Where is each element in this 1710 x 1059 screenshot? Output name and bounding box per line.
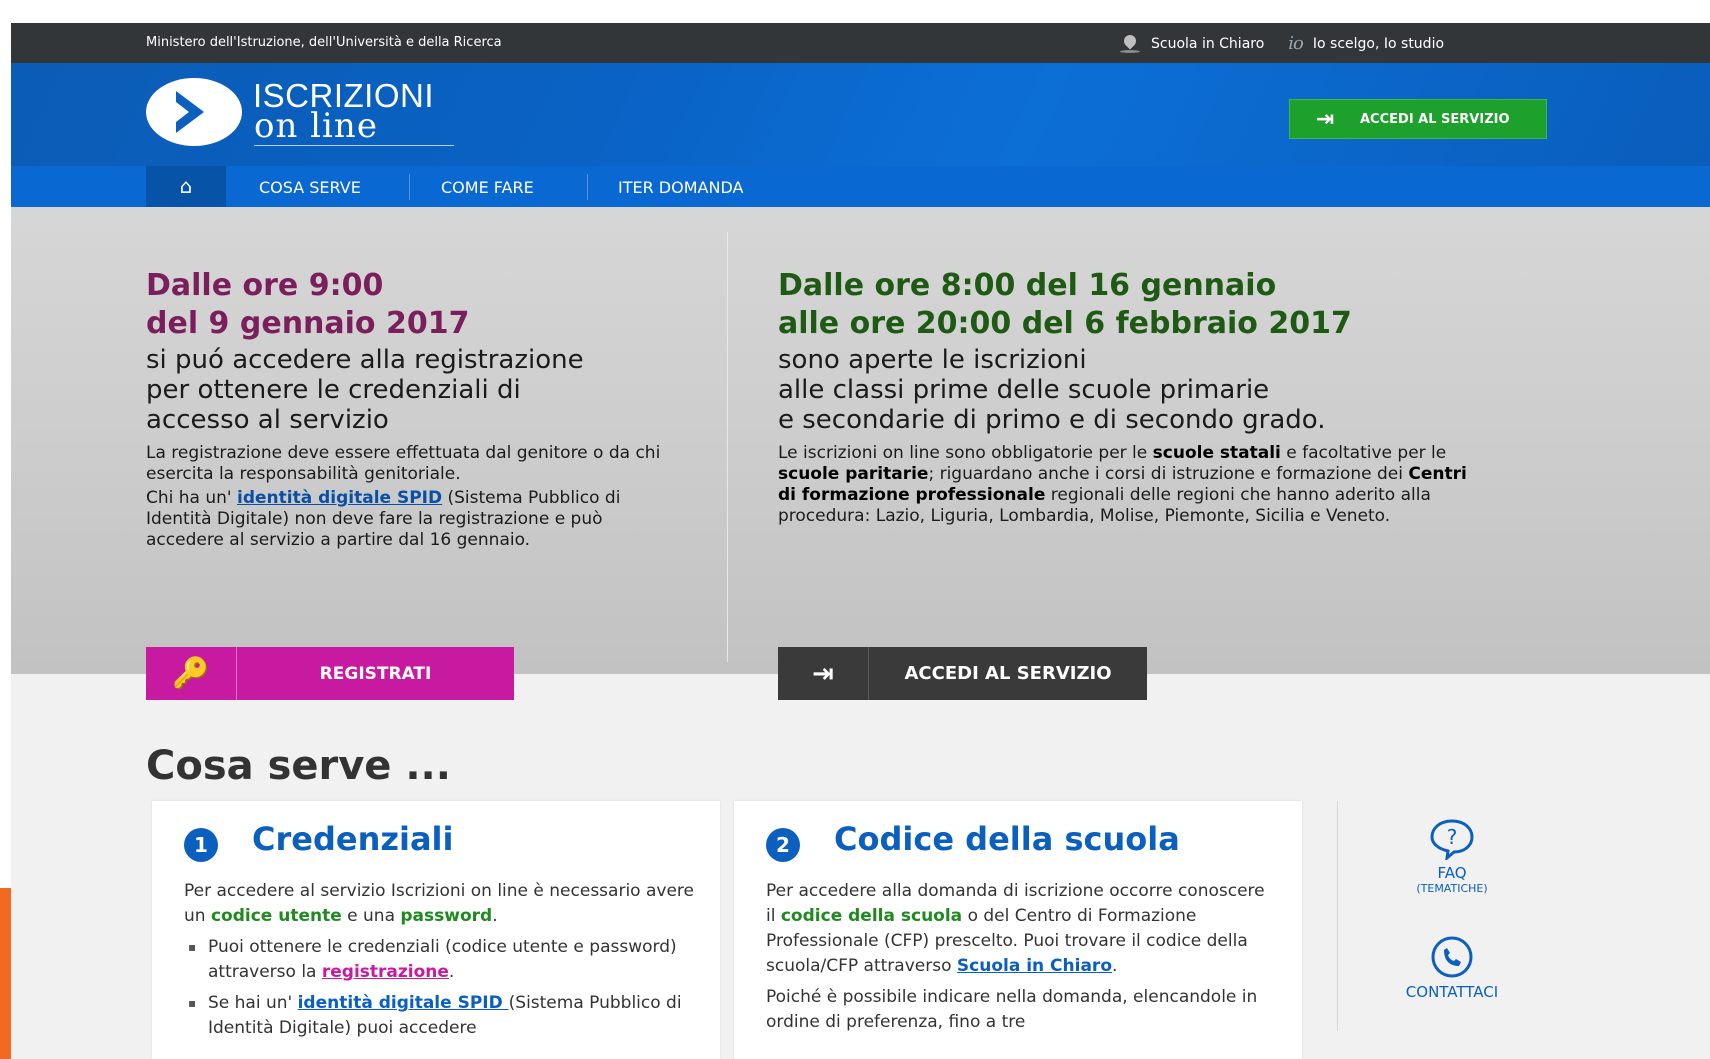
site-header: ISCRIZIONI on line ⇥ ACCEDI AL SERVIZIO — [11, 63, 1710, 166]
ministry-bar: Ministero dell'Istruzione, dell'Universi… — [11, 23, 1710, 63]
registrati-button[interactable]: 🔑 REGISTRATI — [146, 647, 514, 700]
nav-item-come-fare[interactable]: COME FARE — [441, 178, 534, 197]
faq-question-icon: ? — [1430, 819, 1474, 862]
login-icon: ⇥ — [1315, 106, 1335, 132]
enrollment-text-a: Le iscrizioni on line sono obbligatorie … — [778, 443, 1153, 463]
accedi-servizio-header-button[interactable]: ⇥ ACCEDI AL SERVIZIO — [1289, 99, 1547, 139]
card-text: . — [492, 906, 498, 926]
registrazione-link[interactable]: registrazione — [322, 962, 449, 982]
accedi-servizio-header-label: ACCEDI AL SERVIZIO — [1360, 111, 1510, 127]
enrollment-title: Dalle ore 8:00 del 16 gennaio alle ore 2… — [778, 267, 1352, 343]
enrollment-text-e: ; riguardano anche i corsi di istruzione… — [928, 464, 1409, 484]
list-item-text: . — [448, 962, 455, 982]
enrollment-subtitle: sono aperte le iscrizioni alle classi pr… — [778, 345, 1326, 435]
svg-text:?: ? — [1447, 825, 1458, 849]
registration-title-line1: Dalle ore 9:00 — [146, 268, 384, 303]
nav-item-cosa-serve[interactable]: COSA SERVE — [259, 178, 361, 197]
card-codice-scuola: 2 Codice della scuola Per accedere alla … — [734, 801, 1302, 1059]
spid-link[interactable]: identità digitale SPID — [237, 488, 442, 508]
scuole-paritarie-text: scuole paritarie — [778, 464, 929, 484]
spid-text-pre: Chi ha un' — [146, 488, 237, 508]
nav-item-iter-domanda[interactable]: ITER DOMANDA — [618, 178, 743, 197]
list-item: Se hai un' identità digitale SPID (Siste… — [188, 991, 694, 1041]
cosa-serve-heading: Cosa serve ... — [146, 743, 451, 789]
list-item: Puoi ottenere le credenziali (codice ute… — [188, 935, 694, 985]
faq-label: FAQ — [1437, 864, 1467, 882]
spid-card-link[interactable]: identità digitale SPID — [298, 993, 509, 1013]
logo-arrow-inner — [176, 102, 189, 122]
faq-link[interactable]: ? FAQ (TEMATICHE) — [1377, 818, 1527, 895]
card-title: Codice della scuola — [834, 820, 1180, 858]
scuola-in-chiaro-card-link[interactable]: Scuola in Chiaro — [957, 956, 1112, 976]
enrollment-subtitle-line2: alle classi prime delle scuole primarie — [778, 375, 1270, 405]
registration-subtitle-line2: per ottenere le credenziali di — [146, 375, 521, 405]
registration-subtitle-line3: accesso al servizio — [146, 405, 389, 435]
scuole-statali-text: scuole statali — [1152, 443, 1281, 463]
codice-scuola-text: codice della scuola — [780, 906, 963, 926]
registration-paragraph: La registrazione deve essere effettuata … — [146, 443, 661, 484]
top-links: Scuola in Chiaro io Io scelgo, Io studio — [1119, 33, 1444, 54]
registration-text: La registrazione deve essere effettuata … — [146, 443, 666, 551]
accedi-servizio-button[interactable]: ⇥ ACCEDI AL SERVIZIO — [778, 647, 1147, 700]
spid-paragraph: Chi ha un' identità digitale SPID (Siste… — [146, 488, 666, 551]
card-text: . — [1112, 956, 1118, 976]
registration-subtitle-line1: si puó accedere alla registrazione — [146, 345, 584, 375]
sidebar-separator — [1337, 801, 1338, 1031]
nav-separator — [409, 174, 410, 200]
hero-divider — [727, 232, 728, 662]
enrollment-title-line2: alle ore 20:00 del 6 febbraio 2017 — [778, 306, 1352, 341]
card-title: Credenziali — [252, 820, 454, 858]
step-number-badge: 1 — [184, 828, 218, 862]
card-body: Per accedere al servizio Iscrizioni on l… — [184, 879, 694, 1047]
credenziali-list: Puoi ottenere le credenziali (codice ute… — [184, 935, 694, 1041]
io-scelgo-logo-icon: io — [1288, 33, 1304, 54]
key-icon: 🔑 — [146, 647, 237, 700]
password-text: password — [400, 906, 493, 926]
location-pin-icon — [1119, 35, 1141, 53]
home-icon[interactable]: ⌂ — [146, 166, 226, 207]
accedi-servizio-label: ACCEDI AL SERVIZIO — [904, 663, 1112, 684]
main-nav: ⌂ COSA SERVE COME FARE ITER DOMANDA — [11, 166, 1710, 207]
contattaci-label: CONTATTACI — [1405, 983, 1499, 1001]
codice-utente-text: codice utente — [210, 906, 342, 926]
list-item-text: Se hai un' — [208, 993, 298, 1013]
logo-underline — [254, 145, 454, 146]
nav-separator — [587, 174, 588, 200]
registration-title: Dalle ore 9:00 del 9 gennaio 2017 — [146, 267, 469, 343]
browser-viewport: Ministero dell'Istruzione, dell'Universi… — [11, 23, 1710, 1059]
card-body: Per accedere alla domanda di iscrizione … — [766, 879, 1276, 1035]
ministry-link[interactable]: Ministero dell'Istruzione, dell'Universi… — [146, 35, 502, 50]
scuola-in-chiaro-link[interactable]: Scuola in Chiaro — [1151, 36, 1264, 52]
login-icon: ⇥ — [778, 647, 869, 700]
card-text: e una — [341, 906, 401, 926]
faq-sublabel: (TEMATICHE) — [1416, 882, 1488, 895]
card-credenziali: 1 Credenziali Per accedere al servizio I… — [152, 801, 720, 1059]
enrollment-title-line1: Dalle ore 8:00 del 16 gennaio — [778, 268, 1277, 303]
step-number-badge: 2 — [766, 828, 800, 862]
hero-section: Dalle ore 9:00 del 9 gennaio 2017 si puó… — [11, 207, 1710, 700]
enrollment-subtitle-line3: e secondarie di primo e di secondo grado… — [778, 405, 1326, 435]
logo-subtitle: on line — [254, 106, 378, 146]
registration-title-line2: del 9 gennaio 2017 — [146, 306, 470, 341]
card-text: Poiché è possibile indicare nella domand… — [766, 987, 1258, 1032]
io-scelgo-link[interactable]: Io scelgo, Io studio — [1313, 36, 1444, 52]
contattaci-link[interactable]: CONTATTACI — [1377, 935, 1527, 1001]
registrati-label: REGISTRATI — [319, 663, 432, 684]
phone-icon — [1431, 936, 1473, 978]
enrollment-text: Le iscrizioni on line sono obbligatorie … — [778, 443, 1478, 527]
enrollment-text-c: e facoltative per le — [1280, 443, 1447, 463]
orange-edge-strip — [0, 888, 11, 1059]
enrollment-subtitle-line1: sono aperte le iscrizioni — [778, 345, 1087, 375]
registration-subtitle: si puó accedere alla registrazione per o… — [146, 345, 584, 435]
